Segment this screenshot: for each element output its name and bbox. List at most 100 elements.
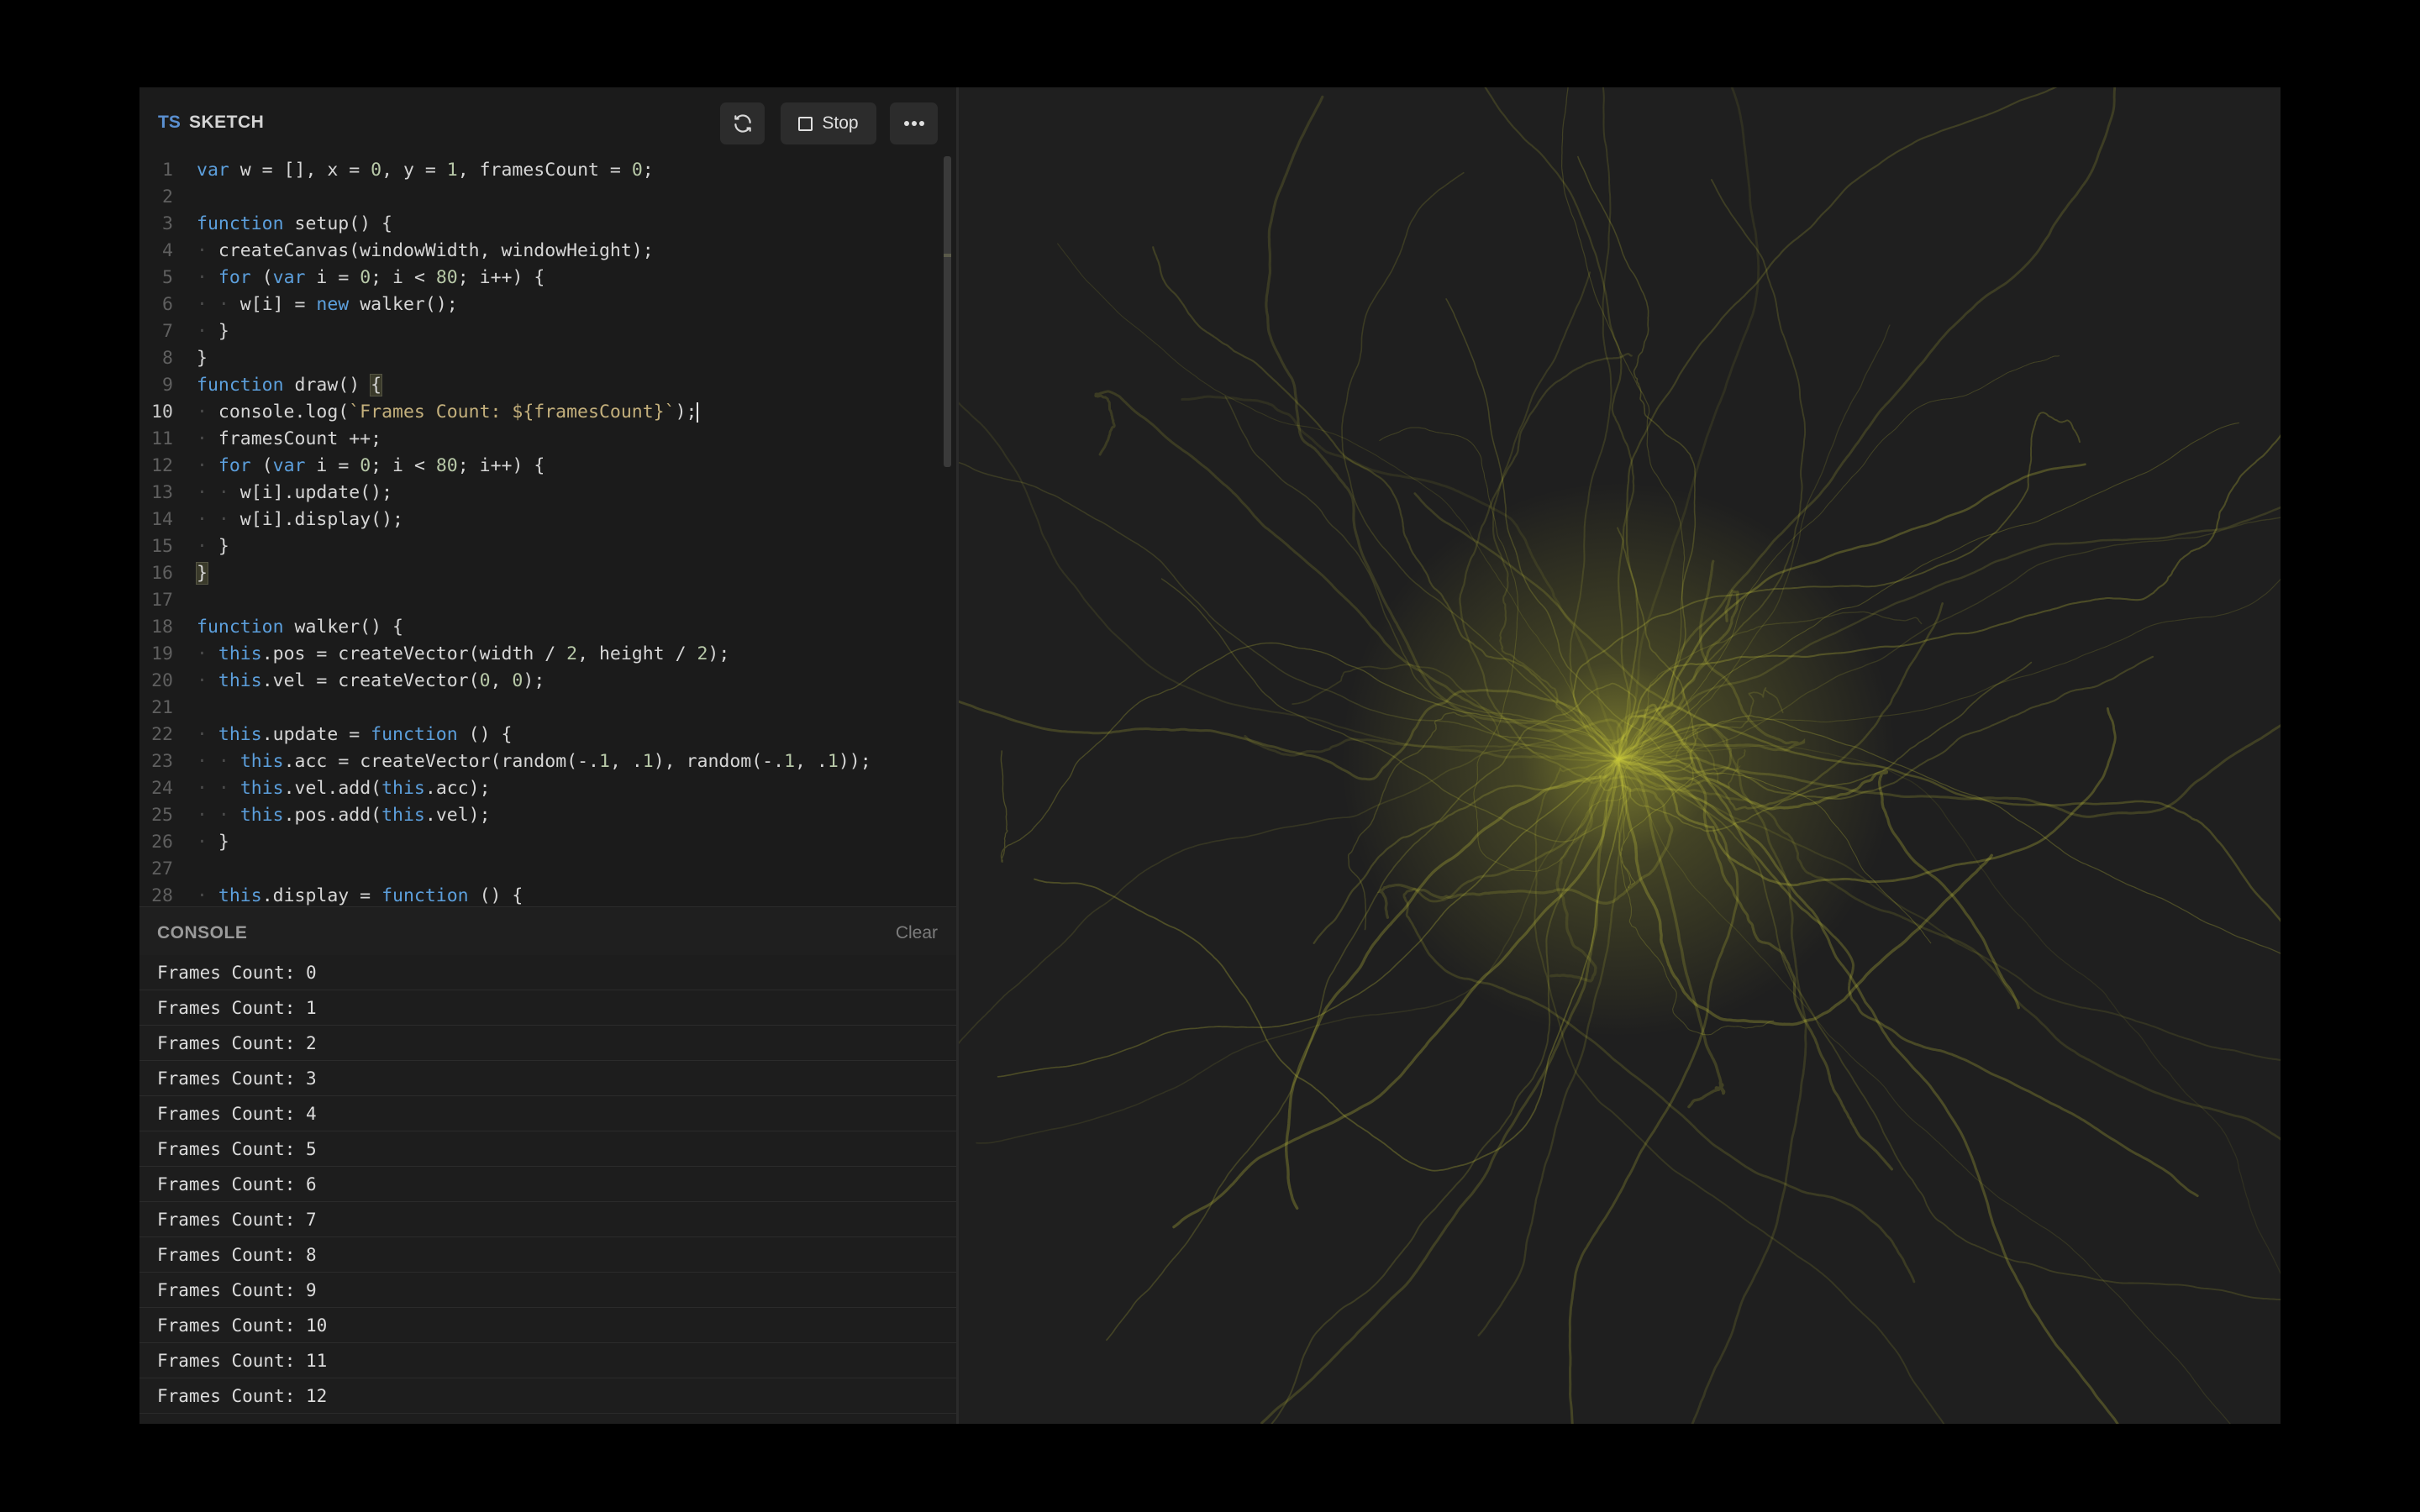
line-number: 1 <box>162 160 173 181</box>
code-line[interactable]: 13 · · w[i].update(); <box>139 480 943 507</box>
console-entry: Frames Count: 12 <box>139 1378 956 1414</box>
line-number: 11 <box>151 428 173 449</box>
line-number: 13 <box>151 482 173 503</box>
code-line[interactable]: 21 <box>139 695 943 722</box>
code-line[interactable]: 19 · this.pos = createVector(width / 2, h… <box>139 641 943 668</box>
code-line[interactable]: 9 function draw() { <box>139 372 943 399</box>
line-number: 7 <box>162 321 173 342</box>
code-text: · } <box>197 832 229 853</box>
code-text: · console.log(`Frames Count: ${framesCou… <box>197 402 699 423</box>
code-text: } <box>196 562 208 585</box>
code-text: · · this.acc = createVector(random(-.1, … <box>197 751 871 772</box>
code-text: · this.update = function () { <box>197 724 513 745</box>
code-line[interactable]: 17 <box>139 587 943 614</box>
console-entry: Frames Count: 7 <box>139 1202 956 1237</box>
code-line[interactable]: 25 · · this.pos.add(this.vel); <box>139 802 943 829</box>
app-window: TS SKETCH Stop 1 var w = [], x = 0, y = … <box>139 87 2281 1424</box>
line-number: 26 <box>151 832 173 853</box>
code-line[interactable]: 26 · } <box>139 829 943 856</box>
sketch-canvas-drawing <box>959 87 2281 1424</box>
code-line[interactable]: 15 · } <box>139 533 943 560</box>
code-line[interactable]: 22 · this.update = function () { <box>139 722 943 748</box>
code-line[interactable]: 14 · · w[i].display(); <box>139 507 943 533</box>
editor-header: TS SKETCH Stop <box>139 87 956 156</box>
code-text: var w = [], x = 0, y = 1, framesCount = … <box>197 160 654 181</box>
line-number: 22 <box>151 724 173 745</box>
line-number: 3 <box>162 213 173 234</box>
code-line[interactable]: 8} <box>139 345 943 372</box>
editor-panel: TS SKETCH Stop 1 var w = [], x = 0, y = … <box>139 87 956 1424</box>
code-text: · for (var i = 0; i < 80; i++) { <box>197 455 545 476</box>
line-number: 28 <box>151 885 173 906</box>
text-cursor <box>697 402 699 423</box>
more-icon <box>903 121 924 126</box>
code-text: · createCanvas(windowWidth, windowHeight… <box>197 240 654 261</box>
console-entry: Frames Count: 8 <box>139 1237 956 1273</box>
code-line[interactable]: 10 · console.log(`Frames Count: ${framesC… <box>139 399 943 426</box>
code-editor[interactable]: 1 var w = [], x = 0, y = 1, framesCount =… <box>139 156 943 906</box>
code-line[interactable]: 7 · } <box>139 318 943 345</box>
code-text: · · this.pos.add(this.vel); <box>197 805 491 826</box>
console-title: CONSOLE <box>157 923 248 942</box>
console-entry: Frames Count: 2 <box>139 1026 956 1061</box>
code-text: · } <box>197 321 229 342</box>
code-line[interactable]: 18 function walker() { <box>139 614 943 641</box>
line-number: 12 <box>151 455 173 476</box>
code-text: · framesCount ++; <box>197 428 382 449</box>
code-line[interactable]: 1 var w = [], x = 0, y = 1, framesCount =… <box>139 157 943 184</box>
clear-button[interactable]: Clear <box>896 923 938 943</box>
console-header: CONSOLE Clear <box>139 906 956 956</box>
code-text: · · w[i].display(); <box>197 509 403 530</box>
more-button[interactable] <box>890 102 938 144</box>
code-text: · for (var i = 0; i < 80; i++) { <box>197 267 545 288</box>
console-log-list[interactable]: Frames Count: 0 Frames Count: 1 Frames Cou… <box>139 955 956 1424</box>
code-text: function draw() { <box>197 374 383 396</box>
console-entry: Frames Count: 11 <box>139 1343 956 1378</box>
code-text: · this.display = function () { <box>197 885 523 906</box>
code-text: · } <box>197 536 229 557</box>
line-number: 20 <box>151 670 173 691</box>
code-text: function walker() { <box>197 617 403 638</box>
code-line[interactable]: 11 · framesCount ++; <box>139 426 943 453</box>
code-line[interactable]: 27 <box>139 856 943 883</box>
sketch-canvas[interactable] <box>959 87 2281 1424</box>
line-number: 17 <box>151 590 173 611</box>
code-line[interactable]: 6 · · w[i] = new walker(); <box>139 291 943 318</box>
line-number: 6 <box>162 294 173 315</box>
console-entry: Frames Count: 3 <box>139 1061 956 1096</box>
code-text: · this.pos = createVector(width / 2, hei… <box>197 643 730 664</box>
refresh-button[interactable] <box>720 102 765 144</box>
line-number: 27 <box>151 858 173 879</box>
code-line[interactable]: 23 · · this.acc = createVector(random(-.1… <box>139 748 943 775</box>
editor-scrollbar[interactable] <box>944 156 951 467</box>
console-entry: Frames Count: 4 <box>139 1096 956 1131</box>
stop-button[interactable]: Stop <box>781 102 876 144</box>
code-line[interactable]: 20 · this.vel = createVector(0, 0); <box>139 668 943 695</box>
line-number: 15 <box>151 536 173 557</box>
line-number: 21 <box>151 697 173 718</box>
code-line[interactable]: 3 function setup() { <box>139 211 943 238</box>
line-number: 14 <box>151 509 173 530</box>
code-line[interactable]: 24 · · this.vel.add(this.acc); <box>139 775 943 802</box>
line-number: 18 <box>151 617 173 638</box>
code-text: · · w[i].update(); <box>197 482 393 503</box>
line-number: 25 <box>151 805 173 826</box>
line-number: 2 <box>162 186 173 207</box>
typescript-icon: TS <box>158 113 181 132</box>
console-entry: Frames Count: 10 <box>139 1308 956 1343</box>
code-line[interactable]: 5 · for (var i = 0; i < 80; i++) { <box>139 265 943 291</box>
code-line[interactable]: 2 <box>139 184 943 211</box>
line-number: 16 <box>151 563 173 584</box>
line-number: 5 <box>162 267 173 288</box>
code-line[interactable]: 16} <box>139 560 943 587</box>
line-number: 8 <box>162 348 173 369</box>
code-line[interactable]: 28 · this.display = function () { <box>139 883 943 906</box>
line-number: 9 <box>162 375 173 396</box>
line-number: 19 <box>151 643 173 664</box>
line-number: 23 <box>151 751 173 772</box>
code-text: · · w[i] = new walker(); <box>197 294 458 315</box>
refresh-icon <box>734 114 751 133</box>
console-entry: Frames Count: 13 <box>139 1414 956 1424</box>
code-line[interactable]: 4 · createCanvas(windowWidth, windowHeigh… <box>139 238 943 265</box>
code-line[interactable]: 12 · for (var i = 0; i < 80; i++) { <box>139 453 943 480</box>
